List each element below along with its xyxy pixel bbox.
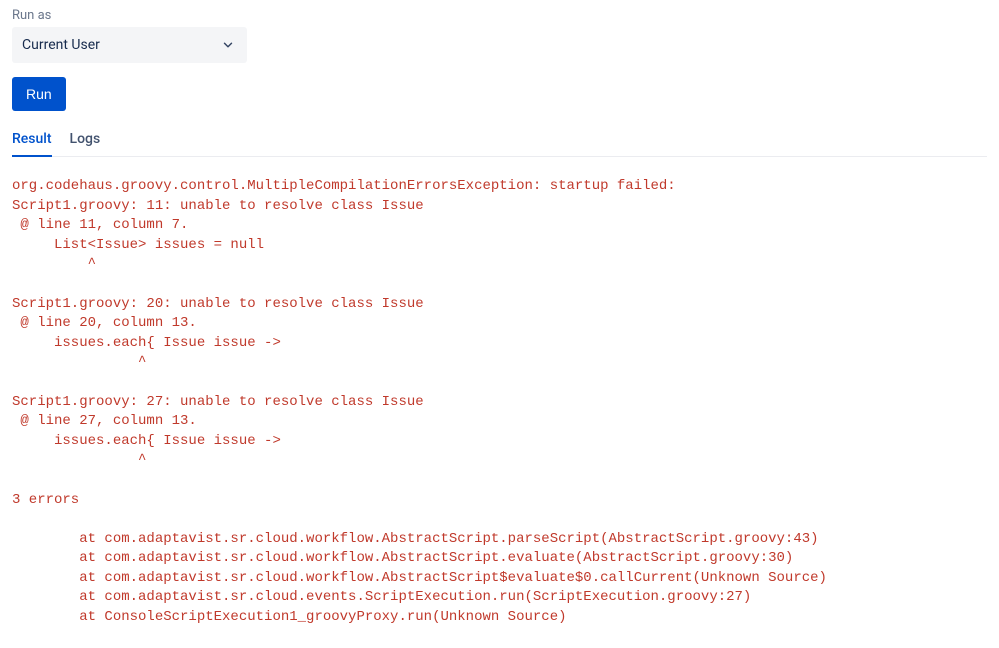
tab-logs[interactable]: Logs	[70, 131, 101, 156]
run-as-dropdown[interactable]: Current User	[12, 27, 247, 63]
tab-result[interactable]: Result	[12, 131, 52, 157]
run-as-selected: Current User	[22, 37, 100, 53]
chevron-down-icon	[219, 36, 237, 54]
run-as-label: Run as	[12, 8, 987, 23]
tabs: Result Logs	[12, 131, 987, 157]
run-button[interactable]: Run	[12, 77, 66, 111]
output-panel: org.codehaus.groovy.control.MultipleComp…	[12, 177, 987, 628]
